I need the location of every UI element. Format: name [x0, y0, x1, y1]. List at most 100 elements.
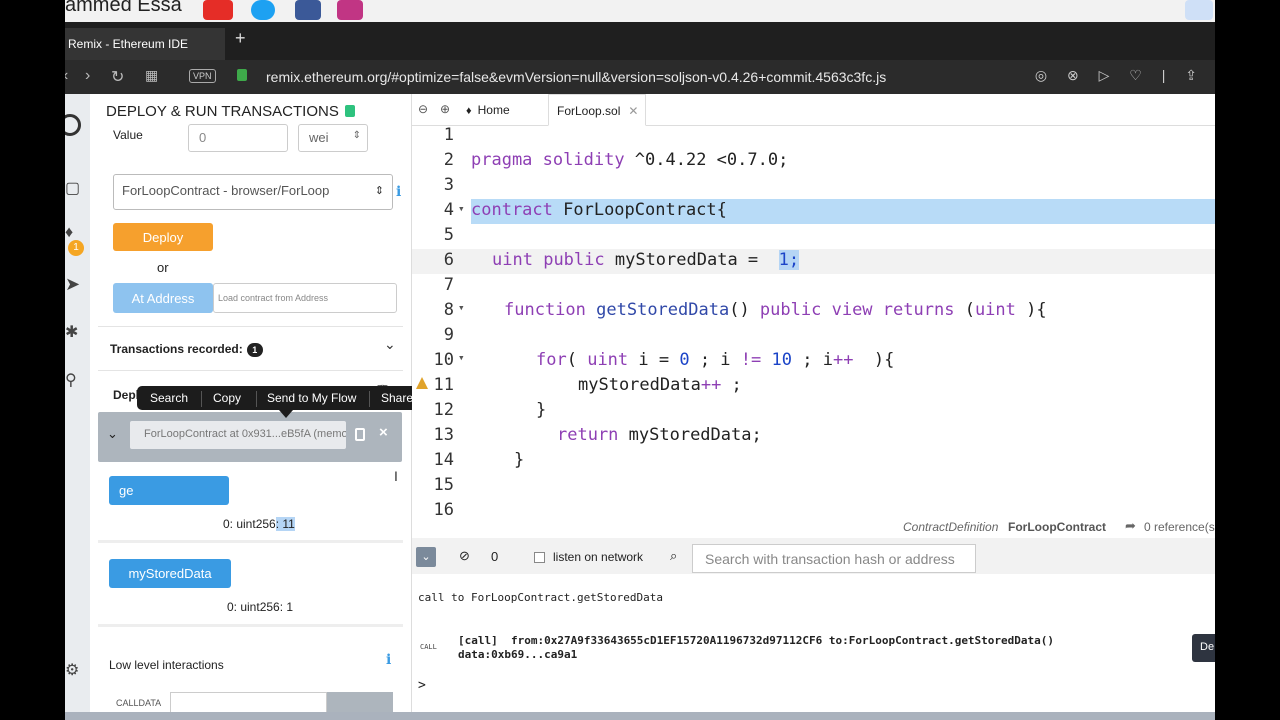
terminal: ⌄ ⊘ 0 listen on network ⌕ Search with tr… — [412, 538, 1215, 720]
status-references: 0 reference(s) — [1144, 520, 1215, 534]
chevron-down-icon[interactable]: ⌄ — [384, 336, 396, 353]
lock-icon[interactable] — [237, 69, 247, 81]
debugger-icon[interactable]: ✱ — [65, 322, 78, 342]
fold-icon[interactable]: ▾ — [458, 202, 465, 215]
close-icon[interactable]: ✕ — [628, 104, 638, 118]
new-tab-button[interactable]: + — [235, 28, 246, 49]
code-area[interactable]: 1 2 pragma solidity ^0.4.22 <0.7.0; 3 con… — [412, 124, 1215, 520]
listen-checkbox[interactable] — [534, 552, 545, 563]
deploy-run-icon[interactable]: ➤ — [65, 274, 80, 295]
clear-console-icon[interactable]: ⊘ — [459, 548, 470, 564]
tab-home[interactable]: ♦ Home — [458, 94, 518, 126]
zoom-out-icon[interactable]: ⊖ — [418, 102, 428, 116]
copy-icon[interactable] — [355, 428, 365, 441]
zoom-in-icon[interactable]: ⊕ — [440, 102, 450, 116]
code-line: 15 — [412, 474, 1215, 499]
result-selection: : 11 — [275, 517, 295, 531]
fold-icon[interactable]: ▾ — [458, 351, 465, 364]
transactions-recorded[interactable]: Transactions recorded: 1 — [110, 342, 263, 357]
menu-pointer — [279, 410, 293, 418]
code-line: 11 myStoredData++ ; — [412, 374, 1215, 399]
reload-icon[interactable]: ↻ — [111, 67, 124, 87]
code-line: 13 return myStoredData; — [412, 424, 1215, 449]
window-control-icon — [1185, 0, 1213, 20]
code-line: 14} — [412, 449, 1215, 474]
text-cursor-icon: I — [394, 468, 398, 484]
contract-instance[interactable]: ⌄ ForLoopContract at 0x931...eB5fA (memo… — [98, 412, 402, 462]
remix-logo-icon[interactable] — [65, 114, 81, 136]
code-line: 3 — [412, 174, 1215, 199]
calldata-label: CALLDATA — [116, 698, 162, 708]
divider — [98, 370, 403, 371]
low-level-label: Low level interactions — [109, 658, 224, 672]
log-detail-line[interactable]: [call] from:0x27A9f33643655cD1EF15720A11… — [458, 634, 1054, 647]
divider — [98, 540, 403, 543]
panel-title-text: DEPLOY & RUN TRANSACTIONS — [106, 103, 339, 120]
forward-icon[interactable]: › — [85, 67, 90, 85]
docs-icon[interactable] — [344, 105, 355, 117]
menu-send-to-flow[interactable]: Send to My Flow — [267, 391, 356, 405]
panel-title: DEPLOY & RUN TRANSACTIONS — [106, 103, 355, 120]
debug-button[interactable]: De — [1192, 634, 1215, 662]
search-icon[interactable]: ⌕ — [670, 548, 677, 564]
getstoreddata-button[interactable]: ge — [109, 476, 229, 505]
settings-icon[interactable]: ⚙ — [65, 660, 79, 680]
line-number: 13 — [433, 425, 454, 445]
address-actions[interactable]: ◎ ⊗ ▷ ♡ | ⇪ — [1035, 67, 1205, 84]
menu-copy[interactable]: Copy — [213, 391, 241, 405]
select-arrows-icon: ⇕ — [352, 130, 361, 141]
url-field[interactable]: remix.ethereum.org/#optimize=false&evmVe… — [266, 69, 886, 85]
code-line: 2 pragma solidity ^0.4.22 <0.7.0; — [412, 149, 1215, 174]
value-input[interactable]: 0 — [188, 124, 288, 152]
at-address-button[interactable]: At Address — [113, 283, 213, 313]
info-icon[interactable]: i — [386, 652, 391, 668]
back-icon[interactable]: ‹ — [65, 67, 68, 85]
unit-select[interactable]: wei ⇕ — [298, 124, 368, 152]
editor-status: ContractDefinition ForLoopContract ➦ 0 r… — [412, 516, 1215, 538]
line-number: 8 — [443, 300, 454, 320]
transactions-count-badge: 1 — [246, 343, 263, 357]
line-number: 2 — [443, 150, 454, 170]
contract-instance-address[interactable]: ForLoopContract at 0x931...eB5fA (memo — [130, 421, 346, 449]
tabs-grid-icon[interactable]: ▦ — [145, 67, 158, 84]
tab-forloop-sol[interactable]: ForLoop.sol ✕ — [548, 94, 646, 126]
transact-button[interactable] — [327, 692, 393, 714]
calldata-input[interactable] — [170, 692, 327, 714]
mystoreddata-button[interactable]: myStoredData — [109, 559, 231, 588]
terminal-prompt[interactable]: > — [418, 678, 426, 693]
file-explorer-icon[interactable]: ▢ — [65, 178, 80, 198]
collapse-terminal-icon[interactable]: ⌄ — [416, 547, 436, 567]
deploy-button[interactable]: Deploy — [113, 223, 213, 251]
compiler-badge: 1 — [68, 240, 84, 256]
browser-tab-remix[interactable]: Remix - Ethereum IDE — [65, 28, 225, 60]
log-data-line: data:0xb69...ca9a1 — [458, 648, 578, 661]
chevron-down-icon[interactable]: ⌄ — [107, 426, 118, 442]
status-name[interactable]: ForLoopContract — [1008, 520, 1106, 534]
info-icon[interactable]: i — [396, 184, 401, 200]
video-banner: ammed Essa — [65, 0, 1215, 22]
code-line: 1 — [412, 124, 1215, 149]
screen: ammed Essa Remix - Ethereum IDE + ‹ › ↻ … — [65, 0, 1215, 720]
menu-separator — [256, 391, 257, 407]
remix-icon-panel: ▢ ♦ 1 ➤ ✱ ⚲ ⚙ — [65, 94, 90, 714]
fold-icon[interactable]: ▾ — [458, 301, 465, 314]
line-number: 12 — [433, 400, 454, 420]
listen-label: listen on network — [553, 550, 644, 564]
editor-tabs: ⊖ ⊕ ♦ Home ForLoop.sol ✕ — [412, 94, 1215, 126]
compiler-icon[interactable]: ♦ — [65, 224, 73, 242]
close-icon[interactable]: × — [379, 424, 388, 441]
transaction-search-input[interactable]: Search with transaction hash or address — [692, 544, 976, 573]
code-line-highlighted: contract ForLoopContract{ — [471, 199, 1215, 224]
code-line: 9 — [412, 324, 1215, 349]
plugin-icon[interactable]: ⚲ — [65, 370, 77, 390]
address-bar: ‹ › ↻ ▦ VPN remix.ethereum.org/#optimize… — [65, 60, 1215, 94]
at-address-input[interactable]: Load contract from Address — [213, 283, 397, 313]
code-line: 12} — [412, 399, 1215, 424]
goto-icon[interactable]: ➦ — [1125, 518, 1136, 534]
contract-select[interactable]: ForLoopContract - browser/ForLoop ⇕ — [113, 174, 393, 210]
menu-search[interactable]: Search — [150, 391, 188, 405]
vpn-badge[interactable]: VPN — [189, 69, 216, 83]
line-number: 4 — [443, 200, 454, 220]
macos-dock — [65, 712, 1215, 720]
line-number: 6 — [443, 250, 454, 270]
